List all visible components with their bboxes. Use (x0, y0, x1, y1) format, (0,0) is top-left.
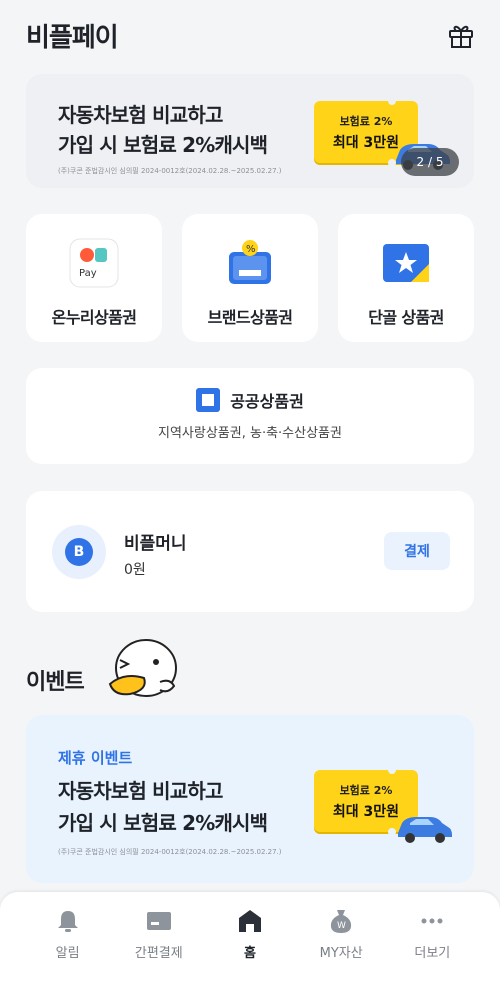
money-name: 비플머니 (124, 534, 187, 554)
money-bag-icon: W (331, 910, 352, 933)
app-header: 비플페이 (0, 0, 500, 70)
home-icon (238, 910, 261, 932)
gift-icon[interactable] (446, 20, 476, 50)
card-icon (146, 912, 171, 930)
brand-voucher-icon: % (229, 240, 271, 284)
more-dots-icon (421, 918, 443, 924)
voucher-tile-brand[interactable]: % 브랜드상품권 (182, 214, 318, 342)
public-voucher-icon (196, 388, 221, 412)
money-avatar-letter: B (65, 538, 93, 566)
tab-my-assets[interactable]: W MY자산 (301, 892, 381, 987)
tab-label-notifications: 알림 (55, 946, 80, 961)
event-tag: 제휴 이벤트 (58, 749, 133, 767)
tab-label-my-assets: MY자산 (319, 946, 363, 961)
public-voucher-title-row: 공공상품권 (26, 388, 474, 412)
tab-more[interactable]: 더보기 (392, 892, 472, 987)
public-voucher-card[interactable]: 공공상품권 지역사랑상품권, 농·축·수산상품권 (26, 368, 474, 464)
money-balance: 0원 (124, 562, 146, 578)
pay-button[interactable]: 결제 (384, 532, 450, 570)
public-voucher-subtitle: 지역사랑상품권, 농·축·수산상품권 (158, 426, 342, 441)
tab-notifications[interactable]: 알림 (28, 892, 108, 987)
tab-easy-pay[interactable]: 간편결제 (119, 892, 199, 987)
event-ticket-line2: 최대 3만원 (332, 803, 400, 820)
voucher-label-regular: 단골 상품권 (368, 308, 444, 327)
public-voucher-title: 공공상품권 (230, 392, 304, 411)
star-card-icon (383, 244, 429, 282)
event-legal-note: (주)쿠콘 준법감시인 심의필 2024-0012호(2024.02.28.~2… (58, 848, 282, 856)
svg-text:%: % (246, 244, 256, 255)
voucher-tile-regular[interactable]: 단골 상품권 (338, 214, 474, 342)
event-title-line2: 가입 시 보험료 2%캐시백 (58, 811, 268, 835)
event-banner-title: 자동차보험 비교하고 가입 시 보험료 2%캐시백 (58, 775, 328, 839)
page-title: 비플페이 (26, 22, 119, 53)
voucher-label-onnuri: 온누리상품권 (51, 308, 137, 327)
tab-label-easy-pay: 간편결제 (134, 946, 183, 961)
svg-text:W: W (337, 921, 346, 931)
onnuri-pay-icon: Pay (69, 238, 119, 288)
banner-legal-note: (주)쿠콘 준법감시인 심의필 2024-0012호(2024.02.28.~2… (58, 167, 282, 175)
event-section-title: 이벤트 (26, 670, 85, 695)
event-ticket-line1: 보험료 2% (339, 783, 393, 797)
ticket-line2: 최대 3만원 (332, 134, 400, 151)
bell-icon (57, 911, 78, 932)
money-avatar: B (52, 525, 106, 579)
tab-label-home: 홈 (243, 946, 256, 961)
event-car-icon (398, 817, 452, 843)
bpay-money-card[interactable]: B 비플머니 0원 결제 (26, 491, 474, 612)
banner-title: 자동차보험 비교하고 가입 시 보험료 2%캐시백 (58, 100, 328, 160)
voucher-tile-onnuri[interactable]: Pay 온누리상품권 (26, 214, 162, 342)
voucher-label-brand: 브랜드상품권 (207, 308, 293, 327)
banner-title-line1: 자동차보험 비교하고 (58, 103, 223, 127)
bottom-tab-bar: 알림 간편결제 홈 W MY자산 더보기 (0, 892, 500, 987)
banner-pager[interactable]: 2 / 5 (401, 148, 459, 176)
ticket-line1: 보험료 2% (339, 114, 393, 128)
tab-label-more: 더보기 (414, 946, 451, 961)
svg-text:Pay: Pay (79, 268, 97, 279)
duck-mascot-icon (108, 639, 177, 697)
event-banner[interactable]: 제휴 이벤트 자동차보험 비교하고 가입 시 보험료 2%캐시백 (주)쿠콘 준… (26, 715, 474, 883)
event-title-line1: 자동차보험 비교하고 (58, 779, 223, 803)
banner-title-line2: 가입 시 보험료 2%캐시백 (58, 133, 268, 157)
tab-home[interactable]: 홈 (210, 892, 290, 987)
